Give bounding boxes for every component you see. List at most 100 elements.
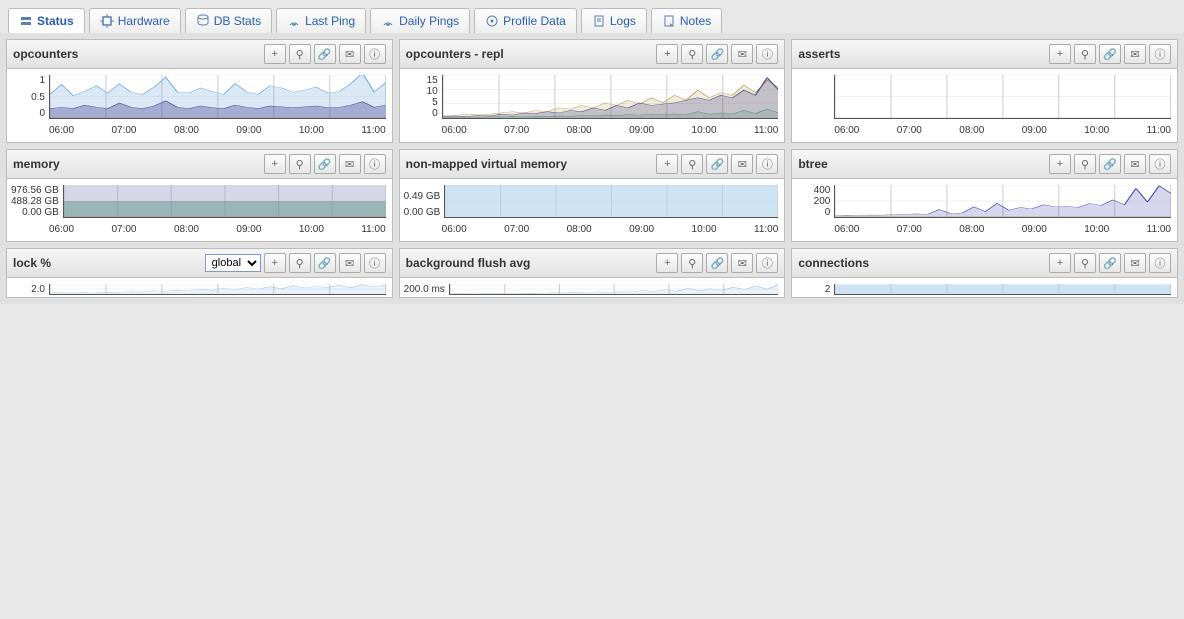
link-icon: 🔗 (318, 48, 332, 61)
zoom-button[interactable]: ⚲ (1074, 154, 1096, 174)
panel-tools: + ⚲ 🔗 ✉ⓘ (1049, 154, 1171, 174)
panel-memory: memory+⚲🔗✉ⓘ976.56 GB488.28 GB0.00 GB06:0… (6, 149, 393, 242)
info-icon: ⓘ (762, 156, 773, 172)
info-button[interactable]: ⓘ (1149, 253, 1171, 273)
chart-body: 151050 (400, 69, 785, 121)
link-button[interactable]: 🔗 (706, 44, 728, 64)
add-button[interactable]: + (1049, 253, 1071, 273)
link-button[interactable]: 🔗 (314, 154, 336, 174)
tab-lastping[interactable]: Last Ping (276, 8, 366, 33)
link-button[interactable]: 🔗 (314, 44, 336, 64)
link-button[interactable]: 🔗 (706, 154, 728, 174)
tab-label: Profile Data (503, 14, 566, 28)
plot-area (449, 284, 779, 295)
mail-button[interactable]: ✉ (339, 44, 361, 64)
y-axis-labels: 10.50 (11, 75, 49, 119)
x-axis-labels: 06:0007:0008:0009:0010:0011:00 (792, 121, 1177, 142)
tab-label: Daily Pings (399, 14, 459, 28)
tab-hardware[interactable]: Hardware (89, 8, 181, 33)
add-button[interactable]: + (656, 253, 678, 273)
link-button[interactable]: 🔗 (1099, 154, 1121, 174)
link-button[interactable]: 🔗 (1099, 253, 1121, 273)
magnifier-icon: ⚲ (688, 48, 696, 61)
lock-scope-select[interactable]: global (205, 254, 261, 272)
mail-button[interactable]: ✉ (339, 253, 361, 273)
plot-area (834, 185, 1171, 218)
y-axis-labels: 0.49 GB0.00 GB (404, 185, 445, 218)
page-icon (592, 14, 606, 28)
plot-area (49, 75, 386, 119)
zoom-button[interactable]: ⚲ (681, 253, 703, 273)
link-button[interactable]: 🔗 (1099, 44, 1121, 64)
plot-area (444, 185, 778, 218)
tab-logs[interactable]: Logs (581, 8, 647, 33)
info-button[interactable]: ⓘ (1149, 154, 1171, 174)
plus-icon: + (1057, 257, 1063, 269)
zoom-button[interactable]: ⚲ (681, 44, 703, 64)
zoom-button[interactable]: ⚲ (289, 44, 311, 64)
mail-button[interactable]: ✉ (1124, 44, 1146, 64)
add-button[interactable]: + (656, 154, 678, 174)
chart-body: 4002000 (792, 179, 1177, 220)
info-button[interactable]: ⓘ (1149, 44, 1171, 64)
panel-btree: btree+⚲🔗✉ⓘ400200006:0007:0008:0009:0010:… (791, 149, 1178, 242)
mail-icon: ✉ (738, 158, 747, 171)
mail-button[interactable]: ✉ (731, 253, 753, 273)
plus-icon: + (1057, 48, 1063, 60)
tab-bar: StatusHardwareDB StatsLast Ping Daily Pin… (0, 0, 1184, 33)
plot-area (834, 284, 1171, 295)
panel-title: non-mapped virtual memory (406, 157, 567, 171)
mail-button[interactable]: ✉ (1124, 154, 1146, 174)
add-button[interactable]: + (1049, 44, 1071, 64)
magnifier-icon: ⚲ (1081, 158, 1089, 171)
info-icon: ⓘ (369, 46, 380, 62)
info-icon: ⓘ (369, 156, 380, 172)
info-button[interactable]: ⓘ (756, 154, 778, 174)
tab-notes[interactable]: Notes (651, 8, 722, 33)
tab-label: Logs (610, 14, 636, 28)
link-button[interactable]: 🔗 (706, 253, 728, 273)
zoom-button[interactable]: ⚲ (1074, 44, 1096, 64)
panel-header: opcounters - repl + ⚲ 🔗✉ⓘ (400, 40, 785, 69)
mail-button[interactable]: ✉ (731, 44, 753, 64)
link-icon: 🔗 (710, 257, 724, 270)
add-button[interactable]: + (264, 253, 286, 273)
mail-button[interactable]: ✉ (731, 154, 753, 174)
panel-header: asserts+⚲🔗✉ⓘ (792, 40, 1177, 69)
add-button[interactable]: + (264, 44, 286, 64)
tab-dailypings[interactable]: Daily Pings (370, 8, 470, 33)
info-button[interactable]: ⓘ (364, 44, 386, 64)
info-button[interactable]: ⓘ (756, 44, 778, 64)
zoom-button[interactable]: ⚲ (681, 154, 703, 174)
link-icon: 🔗 (1103, 158, 1117, 171)
info-button[interactable]: ⓘ (756, 253, 778, 273)
panel-title: opcounters - repl (406, 47, 504, 61)
mail-button[interactable]: ✉ (1124, 253, 1146, 273)
zoom-button[interactable]: ⚲ (1074, 253, 1096, 273)
panel-tools: + ⚲ 🔗 ✉ⓘ (1049, 44, 1171, 64)
panel-header: non-mapped virtual memory +⚲ 🔗 ✉ ⓘ (400, 150, 785, 179)
panel-header: btree+⚲🔗✉ⓘ (792, 150, 1177, 179)
info-button[interactable]: ⓘ (364, 154, 386, 174)
info-icon: ⓘ (369, 255, 380, 271)
tab-label: Notes (680, 14, 711, 28)
link-icon: 🔗 (710, 158, 724, 171)
add-button[interactable]: + (264, 154, 286, 174)
y-axis-labels: 2.0 (11, 284, 49, 295)
magnifier-icon: ⚲ (296, 158, 304, 171)
link-button[interactable]: 🔗 (314, 253, 336, 273)
tab-status[interactable]: Status (8, 8, 85, 33)
tab-profile[interactable]: Profile Data (474, 8, 577, 33)
info-button[interactable]: ⓘ (364, 253, 386, 273)
zoom-button[interactable]: ⚲ (289, 253, 311, 273)
link-icon: 🔗 (1103, 48, 1117, 61)
plot-area (834, 75, 1171, 119)
mail-button[interactable]: ✉ (339, 154, 361, 174)
y-axis-labels: 4002000 (796, 185, 834, 218)
add-button[interactable]: + (656, 44, 678, 64)
tab-dbstats[interactable]: DB Stats (185, 8, 272, 33)
panel-opcounters: opcounters+⚲🔗✉ⓘ10.5006:0007:0008:0009:00… (6, 39, 393, 143)
zoom-button[interactable]: ⚲ (289, 154, 311, 174)
mail-icon: ✉ (738, 257, 747, 270)
add-button[interactable]: + (1049, 154, 1071, 174)
